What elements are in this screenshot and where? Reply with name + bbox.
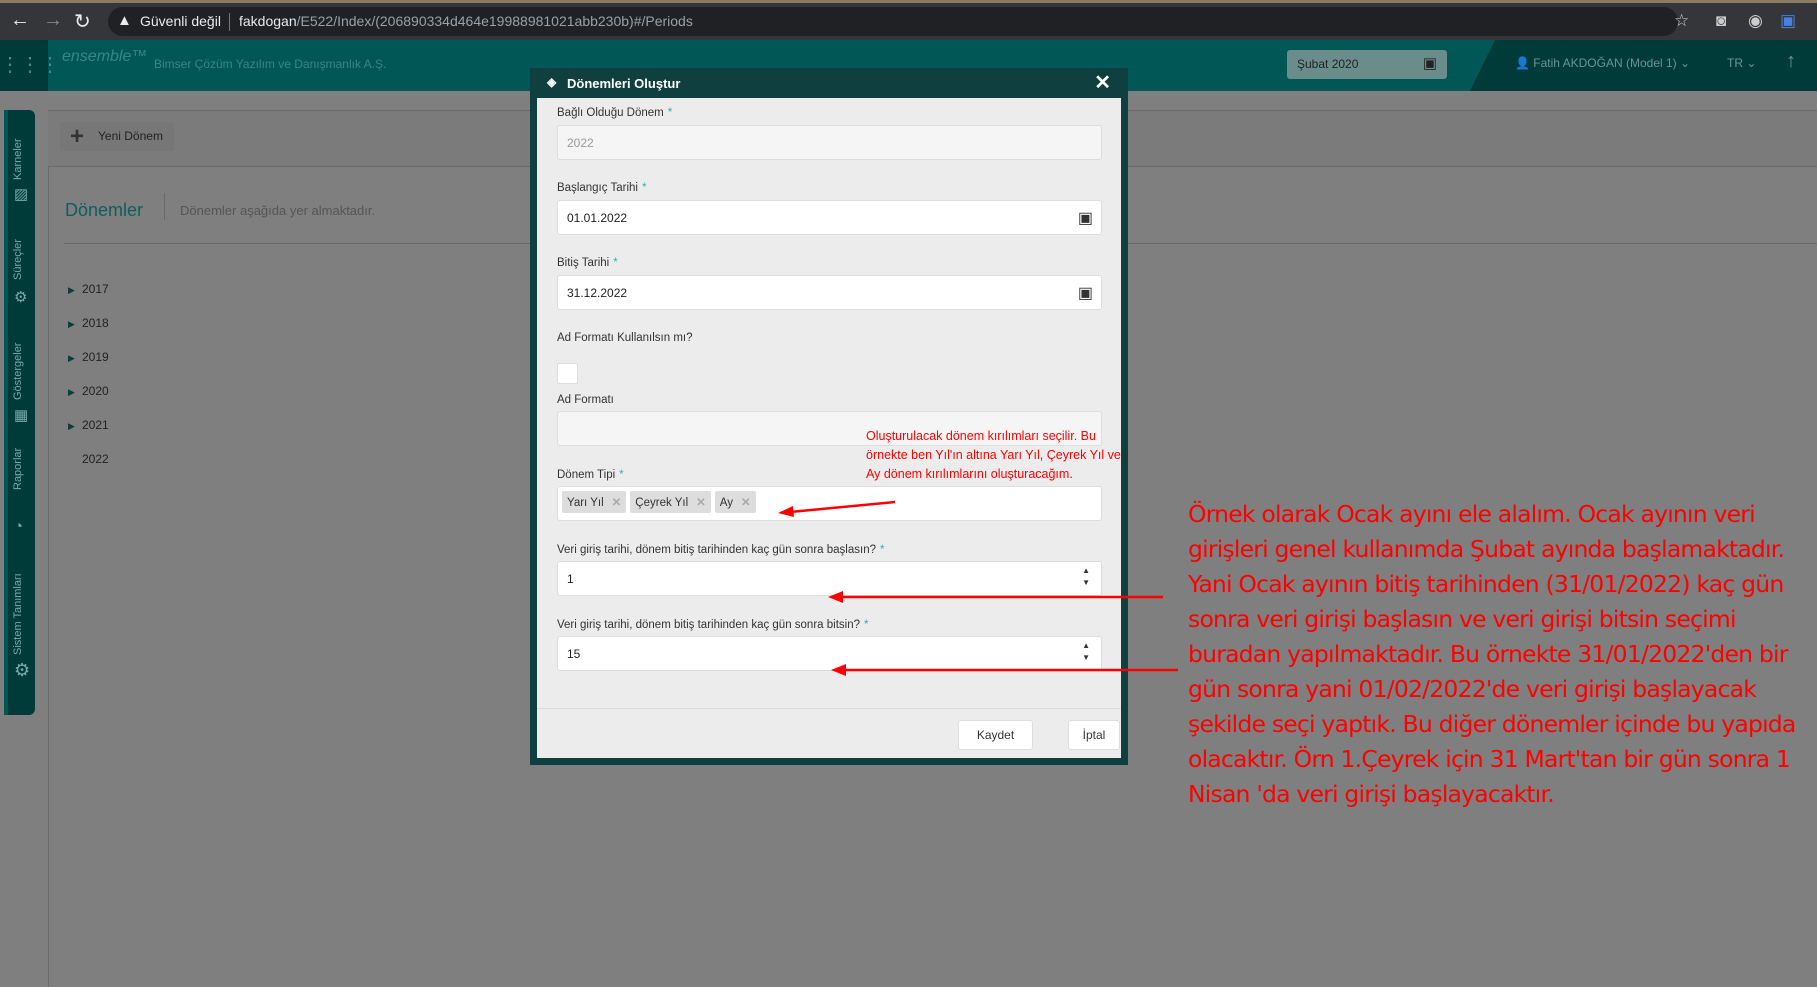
arrowhead xyxy=(778,506,794,517)
annotation-arrow xyxy=(789,500,896,514)
arrowhead xyxy=(828,591,843,603)
annotation-arrows xyxy=(778,500,1178,676)
arrowhead xyxy=(831,664,846,676)
